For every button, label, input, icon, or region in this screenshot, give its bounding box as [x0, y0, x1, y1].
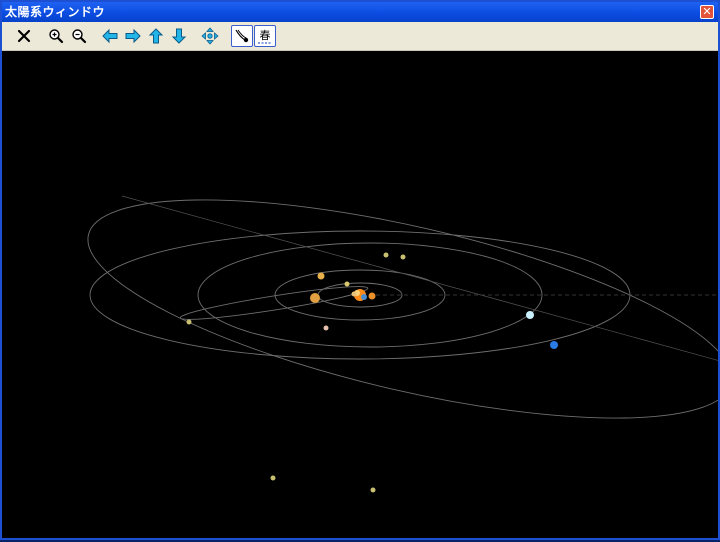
planet-small	[344, 281, 350, 287]
reset-view-button[interactable]	[199, 25, 221, 47]
solar-system-window: 太陽系ウィンドウ ✕ 春	[0, 0, 720, 540]
tilt-down-button[interactable]	[168, 25, 190, 47]
tilt-up-button[interactable]	[145, 25, 167, 47]
comet-icon	[235, 29, 249, 43]
arrow-down-icon	[171, 28, 187, 44]
arrow-up-icon	[148, 28, 164, 44]
toolbar: 春	[2, 22, 718, 51]
planet-venus	[351, 291, 357, 297]
comet-5	[370, 487, 376, 493]
zoom-out-button[interactable]	[68, 25, 90, 47]
title-bar[interactable]: 太陽系ウィンドウ ✕	[2, 2, 718, 22]
dwarf-planet	[323, 325, 329, 331]
orbit-inclined	[179, 286, 369, 320]
orbit-eccentric	[87, 199, 720, 419]
window-close-button[interactable]: ✕	[700, 5, 714, 19]
orbit-view	[87, 195, 720, 493]
solar-system-viewport[interactable]	[2, 51, 720, 538]
comet-1	[383, 252, 389, 258]
arrow-left-icon	[102, 28, 118, 44]
rotate-right-button[interactable]	[122, 25, 144, 47]
orbit-toggle-button[interactable]	[231, 25, 253, 47]
planet-mars	[368, 292, 376, 300]
x-icon	[17, 29, 31, 43]
vernal-equinox-icon: 春	[258, 29, 272, 44]
comet-2	[400, 254, 406, 260]
close-view-button[interactable]	[13, 25, 35, 47]
planet-uranus	[526, 311, 534, 319]
planet-neptune	[550, 341, 558, 349]
vernal-equinox-label: 春	[260, 29, 271, 42]
move-all-directions-icon	[201, 27, 219, 45]
orbit-crossing-line	[121, 195, 720, 362]
arrow-right-icon	[125, 28, 141, 44]
planet-jupiter	[310, 293, 320, 303]
window-title: 太陽系ウィンドウ	[5, 5, 106, 19]
zoom-out-icon	[72, 29, 87, 44]
planet-saturn	[317, 272, 325, 280]
comet-3	[186, 319, 192, 325]
earth	[361, 294, 367, 300]
comet-4	[270, 475, 276, 481]
zoom-in-icon	[49, 29, 64, 44]
zoom-in-button[interactable]	[45, 25, 67, 47]
rotate-left-button[interactable]	[99, 25, 121, 47]
vernal-equinox-button[interactable]: 春	[254, 25, 276, 47]
